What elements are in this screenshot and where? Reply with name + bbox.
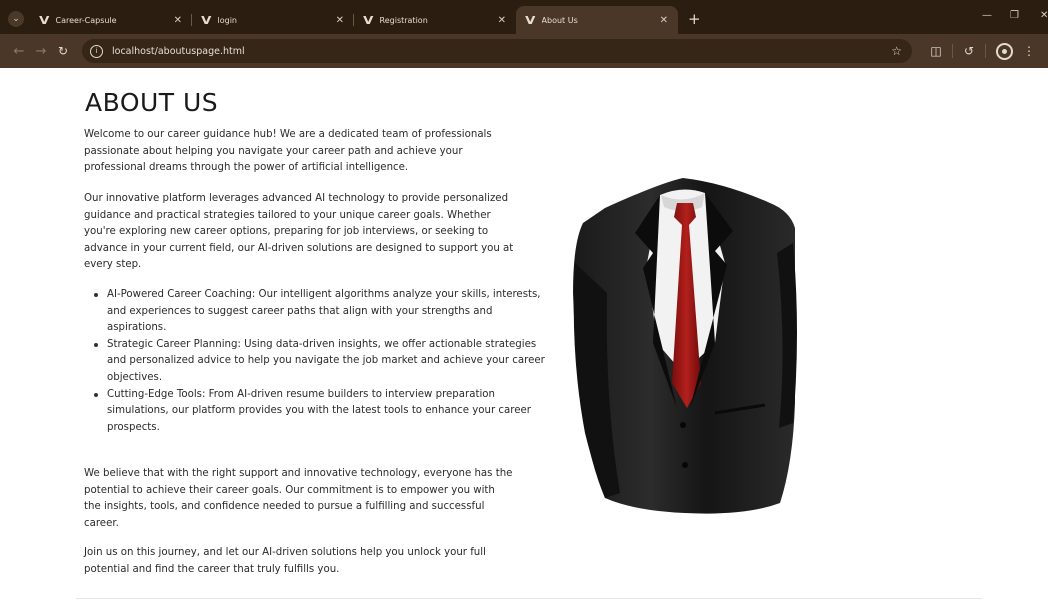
browser-toolbar: ← → ↻ i localhost/aboutuspage.html ☆ ◫ ↺… — [0, 34, 1048, 68]
puzzle-icon[interactable]: ◫ — [924, 44, 948, 58]
tab-about-us[interactable]: V About Us ✕ — [516, 6, 678, 34]
list-item: AI-Powered Career Coaching: Our intellig… — [94, 287, 547, 337]
v-logo-icon: V — [201, 13, 212, 27]
page-title: ABOUT US — [85, 88, 219, 117]
tab-label: Registration — [379, 15, 428, 25]
profile-icon[interactable] — [996, 42, 1013, 60]
close-icon[interactable]: ✕ — [498, 15, 506, 26]
kebab-menu-icon[interactable]: ⋮ — [1023, 44, 1035, 58]
reload-icon[interactable]: ↻ — [52, 44, 74, 58]
info-icon[interactable]: i — [90, 44, 103, 58]
minimize-icon[interactable]: — — [982, 10, 992, 21]
platform-paragraph: Our innovative platform leverages advanc… — [84, 193, 514, 271]
v-logo-icon: V — [39, 13, 50, 27]
feature-list: AI-Powered Career Coaching: Our intellig… — [84, 287, 547, 436]
tab-label: About Us — [541, 15, 578, 25]
page-content: ABOUT US Welcome to our career guidance … — [0, 68, 1048, 611]
chevron-down-icon: ⌄ — [12, 14, 20, 24]
v-logo-icon: V — [525, 13, 536, 27]
back-arrow-icon[interactable]: ← — [8, 44, 30, 59]
plus-icon[interactable]: + — [688, 10, 701, 28]
tab-strip: ⌄ V Career-Capsule ✕ V login ✕ V Registr… — [0, 0, 1048, 34]
close-icon[interactable]: ✕ — [174, 15, 182, 26]
toolbar-divider — [952, 44, 953, 58]
tab-login[interactable]: V login ✕ — [192, 6, 354, 34]
close-window-icon[interactable]: ✕ — [1040, 10, 1048, 21]
tab-search-button[interactable]: ⌄ — [8, 11, 24, 27]
toolbar-divider — [985, 44, 986, 58]
suit-image — [573, 178, 797, 514]
forward-arrow-icon[interactable]: → — [30, 44, 52, 59]
divider — [76, 598, 982, 599]
tab-label: login — [217, 15, 238, 25]
tab-career-capsule[interactable]: V Career-Capsule ✕ — [30, 6, 192, 34]
belief-paragraph: We believe that with the right support a… — [84, 468, 513, 529]
closing-paragraph: Join us on this journey, and let our AI-… — [84, 547, 486, 575]
close-icon[interactable]: ✕ — [336, 15, 344, 26]
tab-label: Career-Capsule — [55, 15, 117, 25]
star-icon[interactable]: ☆ — [891, 44, 902, 58]
address-bar[interactable]: i localhost/aboutuspage.html ☆ — [82, 39, 912, 63]
url-text[interactable]: localhost/aboutuspage.html — [112, 46, 245, 57]
list-item: Cutting-Edge Tools: From AI-driven resum… — [94, 387, 547, 437]
tab-registration[interactable]: V Registration ✕ — [354, 6, 516, 34]
close-icon[interactable]: ✕ — [660, 15, 668, 26]
history-icon[interactable]: ↺ — [957, 44, 981, 58]
restore-icon[interactable]: ❐ — [1010, 10, 1019, 21]
v-logo-icon: V — [363, 13, 374, 27]
intro-paragraph: Welcome to our career guidance hub! We a… — [84, 129, 492, 174]
list-item: Strategic Career Planning: Using data-dr… — [94, 337, 547, 387]
